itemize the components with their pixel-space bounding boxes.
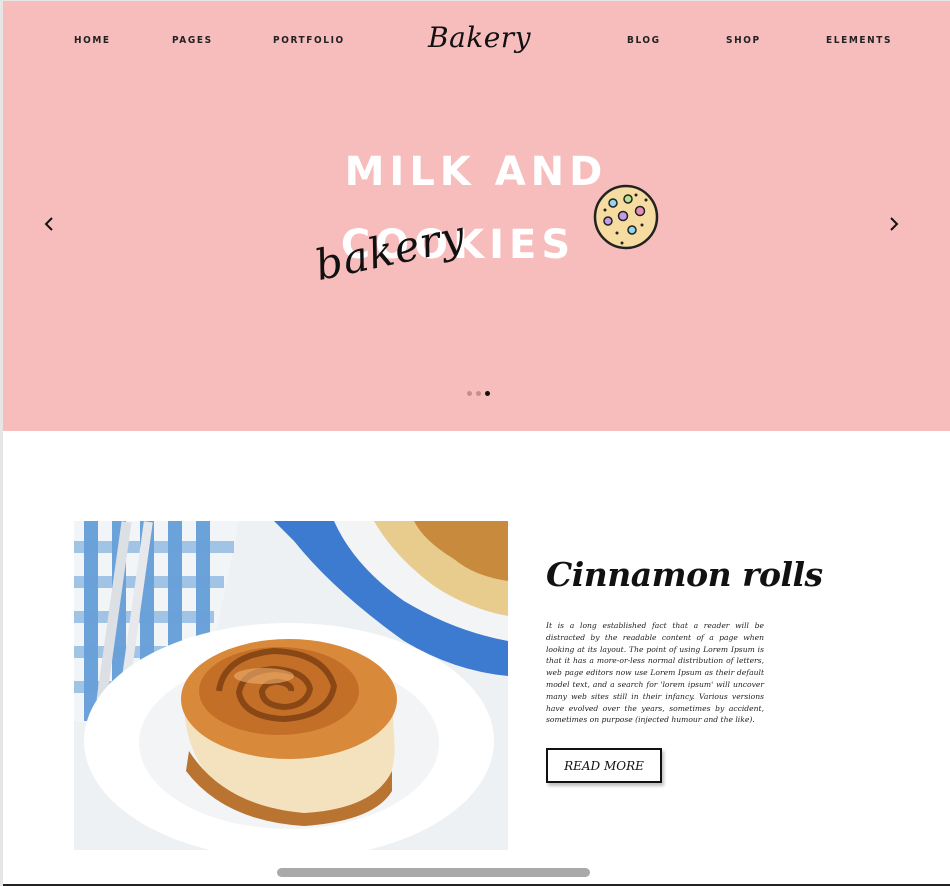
- nav-elements[interactable]: ELEMENTS: [826, 35, 892, 46]
- horizontal-scrollbar[interactable]: [277, 868, 590, 877]
- nav-blog[interactable]: BLOG: [627, 35, 661, 46]
- read-more-button[interactable]: READ MORE: [546, 748, 662, 783]
- slide-dot-3[interactable]: [485, 391, 490, 396]
- slider-pagination: [467, 391, 490, 396]
- slide-dot-2[interactable]: [476, 391, 481, 396]
- chevron-right-icon: [890, 217, 899, 231]
- slide-dot-1[interactable]: [467, 391, 472, 396]
- chevron-left-icon: [44, 217, 53, 231]
- next-slide-button[interactable]: [884, 213, 904, 235]
- hero-headline-line1: MILK AND: [344, 149, 608, 195]
- nav-shop[interactable]: SHOP: [726, 35, 761, 46]
- site-logo[interactable]: Bakery: [428, 21, 531, 54]
- article-body: It is a long established fact that a rea…: [546, 621, 764, 725]
- hero-slider: HOME PAGES PORTFOLIO Bakery BLOG SHOP EL…: [3, 1, 950, 431]
- nav-home[interactable]: HOME: [74, 35, 111, 46]
- cinnamon-roll-photo: [74, 521, 508, 850]
- nav-portfolio[interactable]: PORTFOLIO: [273, 35, 345, 46]
- article-title: Cinnamon rolls: [546, 555, 823, 594]
- cookie-icon: [593, 184, 659, 250]
- prev-slide-button[interactable]: [39, 213, 59, 235]
- nav-pages[interactable]: PAGES: [172, 35, 213, 46]
